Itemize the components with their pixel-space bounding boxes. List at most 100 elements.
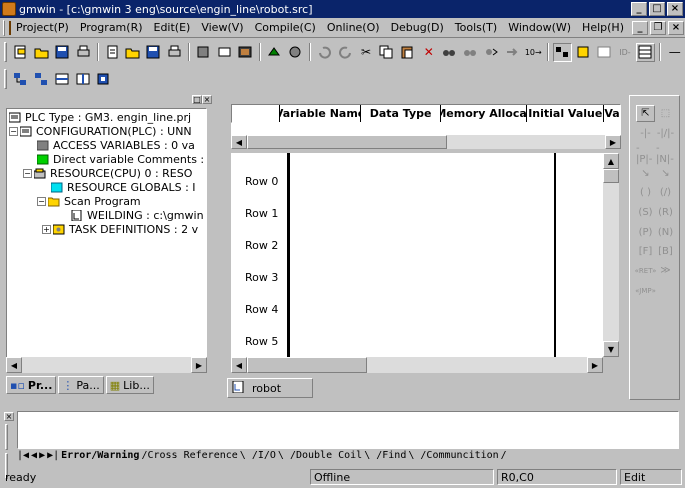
find-icon[interactable] [440, 43, 459, 62]
tab-first-icon[interactable]: |◀ [17, 450, 29, 461]
contact-no-button[interactable]: -|- [636, 125, 655, 142]
output-grip[interactable] [5, 424, 13, 479]
minimize-button[interactable]: _ [631, 2, 647, 16]
pane-restore-button[interactable]: □ [192, 95, 202, 104]
tree-hscrollbar[interactable]: ◀ ▶ [6, 357, 207, 373]
tab-project[interactable]: ▪▫ Pr... [6, 376, 57, 394]
tab-communication[interactable]: Communcition [426, 450, 498, 461]
delete-icon[interactable]: ✕ [419, 43, 438, 62]
cut-icon[interactable]: ✂ [357, 43, 376, 62]
io-mode-icon[interactable] [574, 43, 593, 62]
scroll-left-button[interactable]: ◀ [231, 135, 247, 149]
print-preview-icon[interactable] [215, 43, 234, 62]
table-view-icon[interactable] [636, 42, 656, 62]
tab-prev-icon[interactable]: ◀ [31, 450, 37, 461]
coil-button[interactable]: ( ) [636, 184, 655, 201]
diagonal-line-2-button[interactable]: ↘ [656, 165, 675, 182]
menu-program[interactable]: Program(R) [77, 21, 146, 34]
debug-icon[interactable] [95, 70, 114, 89]
ladder-diagram-area[interactable]: Row 0 Row 1 Row 2 Row 3 Row 4 Row 5 [231, 153, 611, 361]
scroll-right-button[interactable]: ▶ [191, 357, 207, 373]
open-program-icon[interactable] [124, 43, 143, 62]
ladder-hscrollbar[interactable]: ◀ ▶ [231, 357, 603, 373]
replace-icon[interactable] [461, 43, 480, 62]
tab-double-coil[interactable]: Double Coil [296, 450, 362, 461]
new-program-icon[interactable] [103, 43, 122, 62]
function-block-button[interactable]: [B] [656, 243, 675, 260]
contact-nc-button[interactable]: -|/|- [656, 125, 675, 142]
jump-arrow-button[interactable]: ≫ [656, 262, 675, 279]
column-memory-allocation[interactable]: Memory Allocat [441, 105, 528, 122]
menu-help[interactable]: Help(H) [579, 21, 627, 34]
set-coil-button[interactable]: (S) [636, 204, 655, 221]
menu-grip[interactable] [3, 19, 5, 36]
tree-node-configuration[interactable]: − CONFIGURATION(PLC) : UNN [9, 124, 192, 138]
scroll-right-button[interactable]: ▶ [587, 357, 603, 373]
cut-block-icon[interactable] [194, 43, 213, 62]
select-tool-button[interactable]: ⇱ [636, 105, 655, 122]
pane-close-button[interactable]: × [202, 95, 212, 104]
positive-coil-button[interactable]: (P) [636, 224, 655, 241]
tab-io[interactable]: I/O [258, 450, 276, 461]
function-button[interactable]: [F] [636, 243, 655, 260]
tab-find[interactable]: Find [382, 450, 406, 461]
rectangle-select-button[interactable]: ⬚ [656, 105, 675, 122]
scroll-right-button[interactable]: ▶ [605, 135, 621, 149]
scroll-thumb[interactable] [603, 169, 619, 183]
new-project-icon[interactable] [11, 43, 30, 62]
tab-cross-reference[interactable]: Cross Reference [147, 450, 237, 461]
run-icon[interactable] [53, 70, 72, 89]
variable-view-icon[interactable] [595, 43, 614, 62]
undo-icon[interactable] [315, 43, 334, 62]
maximize-button[interactable]: □ [649, 2, 665, 16]
save-project-icon[interactable] [53, 43, 72, 62]
monitor-icon[interactable] [552, 42, 572, 62]
make-icon[interactable] [286, 43, 305, 62]
copy-icon[interactable] [378, 43, 397, 62]
diagonal-line-button[interactable]: ↘ [636, 165, 655, 182]
reset-coil-button[interactable]: (R) [656, 204, 675, 221]
tab-next-icon[interactable]: ▶ [39, 450, 45, 461]
column-variable-name[interactable]: Variable Name [280, 105, 362, 122]
download-icon[interactable] [32, 70, 51, 89]
print-icon[interactable] [74, 43, 93, 62]
tab-robot[interactable]: robot [227, 378, 313, 398]
tab-library[interactable]: ▦ Lib... [105, 376, 154, 394]
tree-node-task-definitions[interactable]: + TASK DEFINITIONS : 2 v [42, 222, 198, 236]
print-program-icon[interactable] [165, 43, 184, 62]
monitor-block-icon[interactable] [236, 43, 255, 62]
ladder-vscrollbar[interactable]: ▲ ▼ [603, 153, 619, 361]
column-data-type[interactable]: Data Type [361, 105, 441, 122]
compile-icon[interactable] [265, 43, 284, 62]
expand-toggle[interactable]: + [42, 224, 51, 234]
contact-negative-button[interactable]: -|N|- [656, 143, 675, 165]
document-menu-icon[interactable] [9, 20, 11, 35]
scroll-thumb[interactable] [247, 357, 367, 373]
column-initial-value[interactable]: Initial Value [527, 105, 605, 122]
tree-node-access-variables[interactable]: ACCESS VARIABLES : 0 va [36, 138, 195, 152]
mdi-minimize-button[interactable]: _ [631, 20, 648, 35]
tree-node-resource[interactable]: − RESOURCE(CPU) 0 : RESO [23, 166, 192, 180]
scroll-left-button[interactable]: ◀ [231, 357, 247, 373]
menu-online[interactable]: Online(O) [324, 21, 383, 34]
tree-node-weilding[interactable]: WEILDING : c:\gmwin [71, 208, 204, 222]
minus-icon[interactable]: — [665, 43, 684, 62]
variable-table-hscrollbar[interactable]: ◀ ▶ [231, 135, 621, 149]
jump-button[interactable]: «JMP» [635, 282, 656, 299]
mdi-restore-button[interactable]: ❐ [649, 20, 666, 35]
mdi-close-button[interactable]: × [667, 20, 684, 35]
menu-debug[interactable]: Debug(D) [388, 21, 447, 34]
paste-icon[interactable] [398, 43, 417, 62]
toolbar-grip[interactable] [4, 42, 7, 62]
menu-view[interactable]: View(V) [198, 21, 246, 34]
collapse-toggle[interactable]: − [23, 168, 32, 178]
tree-node-resource-globals[interactable]: RESOURCE GLOBALS : I [50, 180, 196, 194]
toolbar-grip[interactable] [4, 69, 7, 89]
menu-compile[interactable]: Compile(C) [252, 21, 319, 34]
connect-icon[interactable] [11, 70, 30, 89]
return-button[interactable]: «RET» [635, 262, 657, 279]
tree-node-scan-program[interactable]: − Scan Program [37, 194, 141, 208]
find-next-icon[interactable] [482, 43, 501, 62]
tab-error-warning[interactable]: Error/Warning [61, 450, 139, 461]
close-button[interactable]: × [667, 2, 683, 16]
